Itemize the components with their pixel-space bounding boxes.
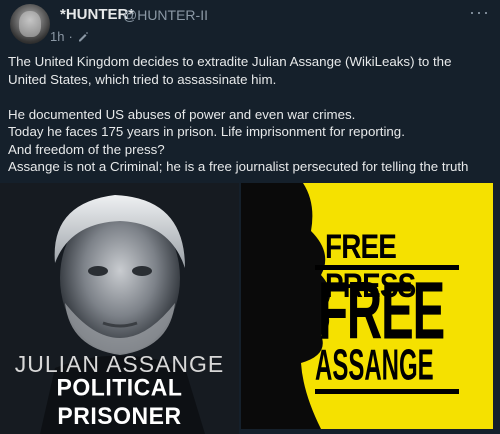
tweet-card: *HUNTER* @HUNTER-II 1h · ··· The United … (0, 0, 500, 434)
poster-text-free: FREE (318, 263, 445, 357)
media-grid: JULIAN ASSANGE POLITICAL PRISONER FREE P… (0, 183, 500, 434)
tweet-line: And freedom of the press? (8, 141, 165, 157)
dot-separator: · (68, 29, 73, 44)
tweet-text: The United Kingdom decides to extradite … (8, 53, 493, 176)
tweet-line: He documented US abuses of power and eve… (8, 106, 356, 122)
edit-history-icon (78, 31, 88, 41)
poster-divider-bottom (315, 389, 459, 394)
media-image-free-assange[interactable]: FREE PRESS FREE ASSANGE (241, 183, 493, 429)
timestamp-row: 1h · (50, 29, 89, 44)
tweet-line: Today he faces 175 years in prison. Life… (8, 124, 405, 139)
media-image-political-prisoner[interactable]: JULIAN ASSANGE POLITICAL PRISONER (0, 183, 239, 434)
avatar[interactable] (10, 4, 50, 44)
image-caption-title: POLITICAL PRISONER (56, 373, 183, 430)
tweet-paragraph: The United Kingdom decides to extradite … (8, 54, 452, 87)
user-handle[interactable]: @HUNTER-II (123, 7, 208, 23)
poster-text-assange: ASSANGE (315, 340, 434, 390)
timestamp[interactable]: 1h (50, 29, 64, 44)
tweet-line: Assange is not a Criminal; he is a free … (8, 159, 469, 174)
more-options-button[interactable]: ··· (469, 2, 490, 23)
